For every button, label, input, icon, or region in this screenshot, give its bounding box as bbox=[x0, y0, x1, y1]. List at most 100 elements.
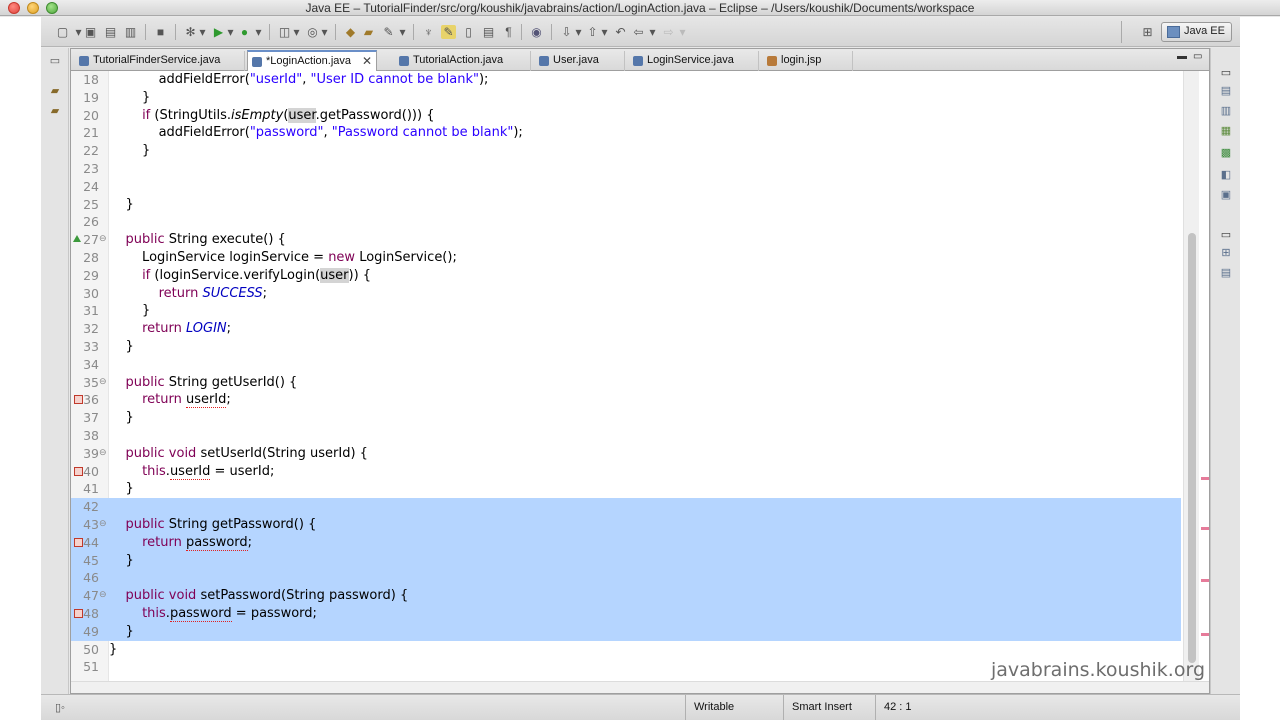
code-line[interactable]: 32 return LOGIN; bbox=[71, 320, 1181, 338]
open-folder-icon[interactable]: ▰ bbox=[361, 25, 376, 39]
run-dropdown-icon[interactable]: ▾ bbox=[223, 25, 238, 39]
code-line[interactable]: 20 if (StringUtils.isEmpty(user.getPassw… bbox=[71, 107, 1181, 125]
code-line[interactable]: 50} bbox=[71, 641, 1181, 659]
snippets-icon[interactable]: ◧ bbox=[1219, 168, 1233, 182]
error-marker-icon[interactable] bbox=[74, 395, 83, 405]
error-overview-marker[interactable] bbox=[1201, 633, 1209, 636]
next-annotation-dropdown-icon[interactable]: ▾ bbox=[571, 25, 586, 39]
error-marker-icon[interactable] bbox=[74, 466, 83, 476]
code-line[interactable]: 40 this.userId = userId; bbox=[71, 463, 1181, 481]
tab-loginaction[interactable]: *LoginAction.java ✕ bbox=[247, 50, 377, 71]
close-tab-icon[interactable]: ✕ bbox=[362, 54, 372, 68]
properties-icon[interactable]: ▤ bbox=[1219, 266, 1233, 280]
save-icon[interactable]: ▣ bbox=[83, 25, 98, 39]
open-type-icon[interactable]: ◆ bbox=[343, 25, 358, 39]
last-edit-location-icon[interactable]: ↶ bbox=[613, 25, 628, 39]
fold-toggle-icon[interactable]: ⊖ bbox=[99, 374, 107, 392]
search-dropdown-icon[interactable]: ▾ bbox=[395, 25, 410, 39]
forward-dropdown-icon[interactable]: ▾ bbox=[675, 25, 690, 39]
back-icon[interactable]: ⇦ bbox=[631, 25, 646, 39]
error-overview-marker[interactable] bbox=[1201, 477, 1209, 480]
code-line[interactable]: 39 ⊖ public void setUserId(String userId)… bbox=[71, 445, 1181, 463]
tab-tutorialaction[interactable]: TutorialAction.java bbox=[395, 51, 531, 71]
task-list-icon[interactable]: ▤ bbox=[1219, 84, 1233, 98]
external-tools-dropdown-icon[interactable]: ▾ bbox=[251, 25, 266, 39]
code-line[interactable]: 33 } bbox=[71, 338, 1181, 356]
servers-icon[interactable]: ▦ bbox=[1219, 124, 1233, 138]
fold-toggle-icon[interactable]: ⊖ bbox=[99, 587, 107, 605]
override-marker-icon[interactable] bbox=[73, 235, 81, 243]
minimize-editor-icon[interactable]: ▬ bbox=[1177, 51, 1187, 62]
forward-icon[interactable]: ⇨ bbox=[661, 25, 676, 39]
code-line[interactable]: 19 } bbox=[71, 89, 1181, 107]
java-ee-perspective-button[interactable]: Java EE bbox=[1161, 22, 1232, 42]
block-selection-icon[interactable]: ▯ bbox=[461, 25, 476, 39]
error-marker-icon[interactable] bbox=[74, 609, 83, 618]
web-browser-icon[interactable]: ◉ bbox=[529, 25, 544, 39]
code-line[interactable]: 46 bbox=[71, 569, 1181, 588]
tab-login-jsp[interactable]: login.jsp bbox=[763, 51, 853, 71]
wizard-dropdown-icon[interactable]: ▾ bbox=[317, 25, 332, 39]
code-line[interactable]: 28 LoginService loginService = new Login… bbox=[71, 249, 1181, 267]
pilcrow-icon[interactable]: ¶ bbox=[501, 25, 516, 39]
code-line[interactable]: 27 ⊖ public String execute() { bbox=[71, 231, 1181, 249]
code-line[interactable]: 49 } bbox=[71, 622, 1181, 641]
tab-loginservice[interactable]: LoginService.java bbox=[629, 51, 759, 71]
fast-view-icon[interactable]: ▯◦ bbox=[55, 701, 65, 714]
error-overview-marker[interactable] bbox=[1201, 579, 1209, 582]
maximize-editor-icon[interactable]: ▭ bbox=[1193, 51, 1202, 62]
code-line[interactable]: 25 } bbox=[71, 196, 1181, 214]
new-file-icon[interactable]: ▢ bbox=[55, 25, 70, 39]
scrollbar-thumb[interactable] bbox=[1188, 233, 1196, 663]
data-source-icon[interactable]: ▩ bbox=[1219, 146, 1233, 160]
show-whitespace-icon[interactable]: ▤ bbox=[481, 25, 496, 39]
code-editor[interactable]: 18 addFieldError("userId", "User ID cann… bbox=[71, 71, 1209, 681]
code-line[interactable]: 35 ⊖ public String getUserId() { bbox=[71, 374, 1181, 392]
code-line[interactable]: 22 } bbox=[71, 142, 1181, 160]
fold-toggle-icon[interactable]: ⊖ bbox=[99, 516, 107, 534]
save-all-icon[interactable]: ▤ bbox=[103, 25, 118, 39]
code-line[interactable]: 38 bbox=[71, 427, 1181, 445]
code-line[interactable]: 45 } bbox=[71, 551, 1181, 570]
vertical-scrollbar[interactable] bbox=[1183, 71, 1199, 681]
code-line[interactable]: 43 ⊖ public String getPassword() { bbox=[71, 516, 1181, 534]
tab-tutorialfinderservice[interactable]: TutorialFinderService.java bbox=[75, 51, 245, 71]
back-dropdown-icon[interactable]: ▾ bbox=[645, 25, 660, 39]
code-line[interactable]: 42 bbox=[71, 498, 1181, 516]
fold-toggle-icon[interactable]: ⊖ bbox=[99, 231, 107, 249]
code-line[interactable]: 26 bbox=[71, 213, 1181, 231]
error-marker-icon[interactable] bbox=[74, 537, 83, 547]
previous-annotation-dropdown-icon[interactable]: ▾ bbox=[597, 25, 612, 39]
code-line[interactable]: 30 return SUCCESS; bbox=[71, 285, 1181, 303]
open-perspective-icon[interactable]: ⊞ bbox=[1140, 25, 1155, 39]
toggle-breadcrumb-icon[interactable]: ♆ bbox=[421, 25, 436, 39]
mark-occurrences-icon[interactable]: ✎ bbox=[441, 25, 456, 39]
code-line[interactable]: 41 } bbox=[71, 480, 1181, 498]
code-line[interactable]: 21 addFieldError("password", "Password c… bbox=[71, 124, 1181, 142]
code-line[interactable]: 34 bbox=[71, 356, 1181, 374]
code-line[interactable]: 37 } bbox=[71, 409, 1181, 427]
horizontal-scrollbar[interactable] bbox=[71, 681, 1209, 693]
restore-icon[interactable]: ▭ bbox=[48, 54, 62, 68]
server-dropdown-icon[interactable]: ▾ bbox=[289, 25, 304, 39]
code-line[interactable]: 36 return userId; bbox=[71, 391, 1181, 409]
external-tools-icon[interactable]: ● bbox=[237, 25, 252, 39]
search-icon[interactable]: ✎ bbox=[381, 25, 396, 39]
package-explorer-icon[interactable]: ▰ bbox=[48, 104, 62, 118]
terminal-icon[interactable]: ■ bbox=[153, 25, 168, 39]
fold-toggle-icon[interactable]: ⊖ bbox=[99, 445, 107, 463]
restore-view-icon[interactable]: ▭ bbox=[1219, 66, 1233, 80]
overview-ruler[interactable] bbox=[1199, 71, 1209, 681]
code-line[interactable]: 18 addFieldError("userId", "User ID cann… bbox=[71, 71, 1181, 89]
code-line[interactable]: 48 this.password = password; bbox=[71, 605, 1181, 623]
code-line[interactable]: 47 ⊖ public void setPassword(String passw… bbox=[71, 587, 1181, 605]
print-icon[interactable]: ▥ bbox=[123, 25, 138, 39]
outline-icon[interactable]: ▥ bbox=[1219, 104, 1233, 118]
console-icon[interactable]: ▣ bbox=[1219, 188, 1233, 202]
tab-user[interactable]: User.java bbox=[535, 51, 625, 71]
code-line[interactable]: 31 } bbox=[71, 302, 1181, 320]
project-explorer-icon[interactable]: ▰ bbox=[48, 84, 62, 98]
markers-icon[interactable]: ⊞ bbox=[1219, 246, 1233, 260]
code-line[interactable]: 44 return password; bbox=[71, 533, 1181, 552]
code-line[interactable]: 23 bbox=[71, 160, 1181, 178]
